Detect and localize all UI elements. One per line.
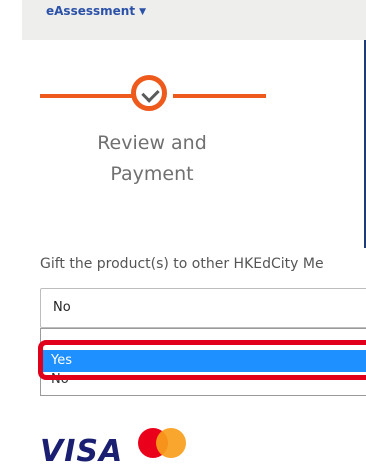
gift-select[interactable]: No [40, 288, 366, 328]
annotation-highlight-box [38, 340, 366, 380]
visa-logo: VISA [40, 434, 124, 469]
eassessment-menu-label: eAssessment [46, 4, 136, 18]
gift-select-value: No [53, 300, 71, 315]
step-review-payment-label: Review and Payment [97, 132, 207, 185]
step-review-payment-indicator [131, 75, 167, 111]
mastercard-yellow-circle [156, 428, 186, 458]
stepper-line-right [173, 94, 266, 98]
eassessment-menu[interactable]: eAssessment ▼ [46, 4, 146, 18]
page-margin [0, 0, 22, 459]
checkmark-icon [141, 84, 160, 103]
gift-question-label: Gift the product(s) to other HKEdCity Me [40, 256, 324, 272]
chevron-down-icon: ▼ [139, 7, 146, 17]
stepper-line-left [40, 94, 133, 98]
